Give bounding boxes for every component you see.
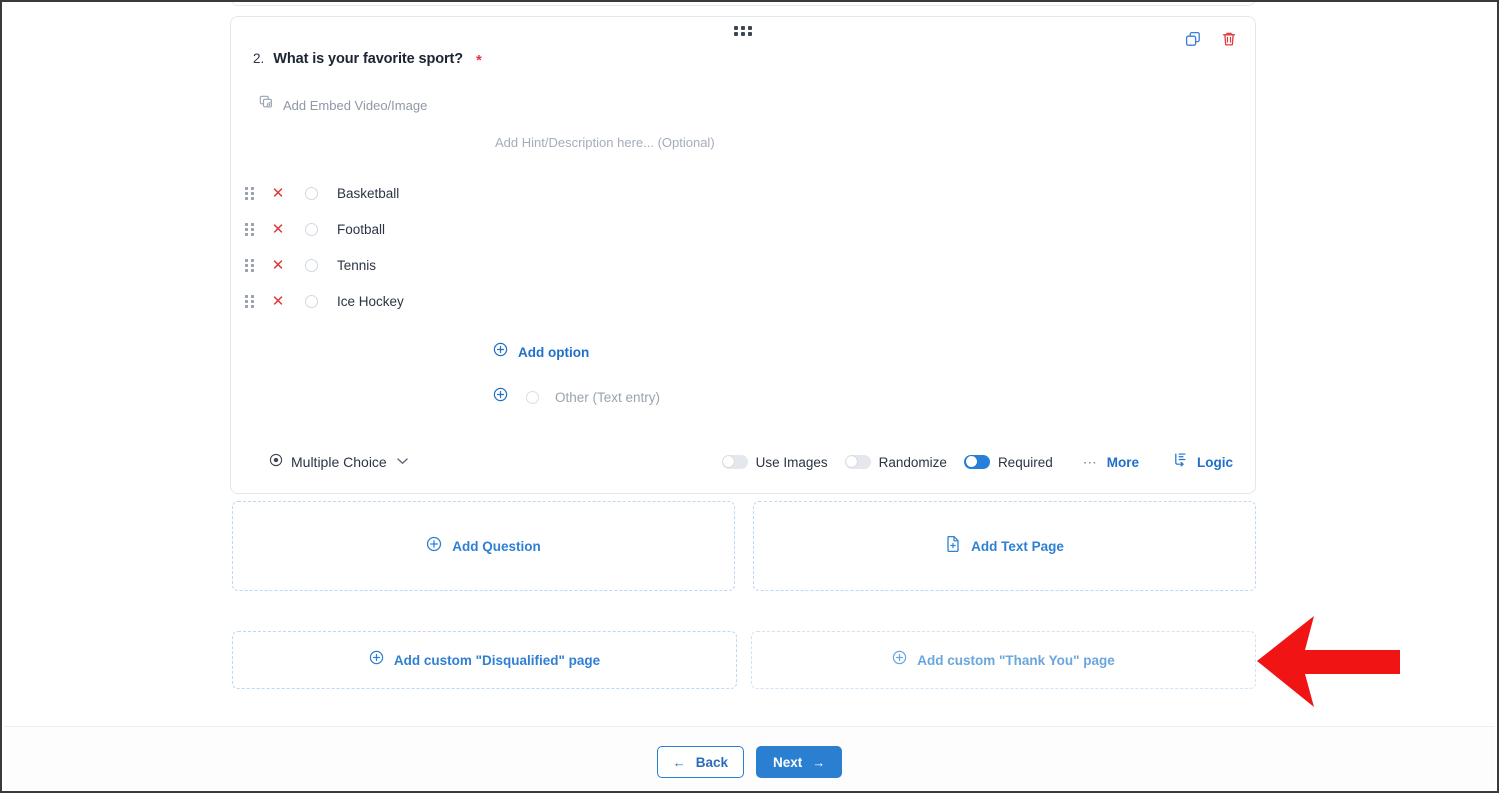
red-pointer-arrow <box>1257 616 1400 707</box>
option-radio-icon[interactable] <box>305 186 318 200</box>
toggle-label: Randomize <box>878 454 947 470</box>
add-text-page-label: Add Text Page <box>971 538 1064 554</box>
trash-icon[interactable] <box>1221 31 1237 47</box>
drag-dots-icon[interactable] <box>245 258 263 272</box>
drag-dots-icon[interactable] <box>245 222 263 236</box>
options-list: ✕ Basketball ✕ Football ✕ Tennis ✕ Ice Hockey <box>239 175 1263 319</box>
toggle-label: Use Images <box>755 454 828 470</box>
ellipsis-icon: ⋯ <box>1082 454 1098 470</box>
option-label[interactable]: Ice Hockey <box>337 294 404 309</box>
footer-divider <box>4 726 1495 727</box>
option-row: ✕ Football <box>239 211 1263 247</box>
more-label: More <box>1106 454 1139 470</box>
toolbar-right-controls: Use Images Randomize Required ⋯ More Logic <box>721 452 1255 472</box>
text-page-icon <box>945 535 961 557</box>
add-option-button[interactable]: Add option <box>493 342 589 362</box>
back-label: Back <box>695 754 728 770</box>
next-button[interactable]: Next → <box>756 746 843 778</box>
drag-dots-icon[interactable] <box>245 186 263 200</box>
arrow-right-icon: → <box>812 754 826 770</box>
add-disqualified-page-label: Add custom "Disqualified" page <box>393 652 601 668</box>
required-asterisk: * <box>476 52 482 69</box>
more-button[interactable]: ⋯ More <box>1083 455 1139 470</box>
drag-handle-icon[interactable] <box>734 26 752 37</box>
toggle-use-images[interactable]: Use Images <box>721 454 828 470</box>
duplicate-icon[interactable] <box>1185 31 1201 47</box>
question-header: 2. What is your favorite sport? * <box>253 50 482 69</box>
question-toolbar: Multiple Choice Use Images Randomize Requi… <box>231 441 1255 483</box>
back-button[interactable]: ← Back <box>656 746 744 778</box>
next-label: Next <box>773 754 803 770</box>
previous-question-card-partial <box>230 2 1256 6</box>
toggle-switch-icon[interactable] <box>721 455 748 469</box>
question-number: 2. <box>253 51 265 66</box>
add-thank-you-page-label: Add custom "Thank You" page <box>917 652 1115 668</box>
option-row: ✕ Ice Hockey <box>239 283 1263 319</box>
plus-circle-icon <box>369 650 384 670</box>
card-actions <box>1185 31 1237 47</box>
chevron-down-icon <box>396 456 408 468</box>
custom-pages-row: Add custom "Disqualified" page Add custo… <box>232 631 1256 689</box>
toggle-switch-icon[interactable] <box>844 455 871 469</box>
other-radio-icon <box>526 390 539 404</box>
question-type-label: Multiple Choice <box>291 454 387 470</box>
question-card: 2. What is your favorite sport? * Add Em… <box>230 16 1256 494</box>
plus-circle-icon <box>892 650 907 670</box>
toggle-label: Required <box>997 454 1053 470</box>
option-row: ✕ Basketball <box>239 175 1263 211</box>
other-option-label: Other (Text entry) <box>555 389 661 405</box>
question-title[interactable]: What is your favorite sport? <box>273 51 463 67</box>
logic-branch-icon <box>1173 452 1188 472</box>
add-option-label: Add option <box>518 344 590 360</box>
remove-x-icon[interactable]: ✕ <box>263 220 293 238</box>
footer-navigation: ← Back Next → <box>2 746 1497 778</box>
option-row: ✕ Tennis <box>239 247 1263 283</box>
drag-dots-icon[interactable] <box>245 294 263 308</box>
toggle-switch-icon[interactable] <box>963 455 990 469</box>
remove-x-icon[interactable]: ✕ <box>263 184 293 202</box>
toggle-required[interactable]: Required <box>963 454 1053 470</box>
plus-circle-icon <box>493 342 508 362</box>
option-radio-icon[interactable] <box>305 258 318 272</box>
question-type-dropdown[interactable]: Multiple Choice <box>269 453 408 472</box>
add-question-button[interactable]: Add Question <box>232 501 735 591</box>
option-radio-icon[interactable] <box>305 294 318 308</box>
add-other-option-button[interactable]: Other (Text entry) <box>493 387 660 407</box>
radio-circle-icon <box>269 453 283 472</box>
option-label[interactable]: Basketball <box>337 186 399 201</box>
add-text-page-button[interactable]: Add Text Page <box>753 501 1256 591</box>
add-embed-media-button[interactable]: Add Embed Video/Image <box>259 95 427 115</box>
add-media-icon <box>259 95 274 115</box>
app-viewport: 2. What is your favorite sport? * Add Em… <box>0 0 1499 793</box>
add-disqualified-page-button[interactable]: Add custom "Disqualified" page <box>232 631 737 689</box>
add-question-label: Add Question <box>452 538 541 554</box>
plus-circle-icon <box>493 387 508 407</box>
option-radio-icon[interactable] <box>305 222 318 236</box>
add-content-row: Add Question Add Text Page <box>232 501 1256 591</box>
arrow-left-icon: ← <box>672 754 686 770</box>
logic-button[interactable]: Logic <box>1173 452 1233 472</box>
toggle-randomize[interactable]: Randomize <box>844 454 947 470</box>
option-label[interactable]: Football <box>337 222 385 237</box>
logic-label: Logic <box>1197 454 1233 470</box>
remove-x-icon[interactable]: ✕ <box>263 292 293 310</box>
remove-x-icon[interactable]: ✕ <box>263 256 293 274</box>
add-thank-you-page-button[interactable]: Add custom "Thank You" page <box>751 631 1256 689</box>
hint-description-input[interactable]: Add Hint/Description here... (Optional) <box>495 135 715 150</box>
option-label[interactable]: Tennis <box>337 258 376 273</box>
add-embed-label: Add Embed Video/Image <box>283 97 428 113</box>
plus-circle-icon <box>426 536 442 557</box>
